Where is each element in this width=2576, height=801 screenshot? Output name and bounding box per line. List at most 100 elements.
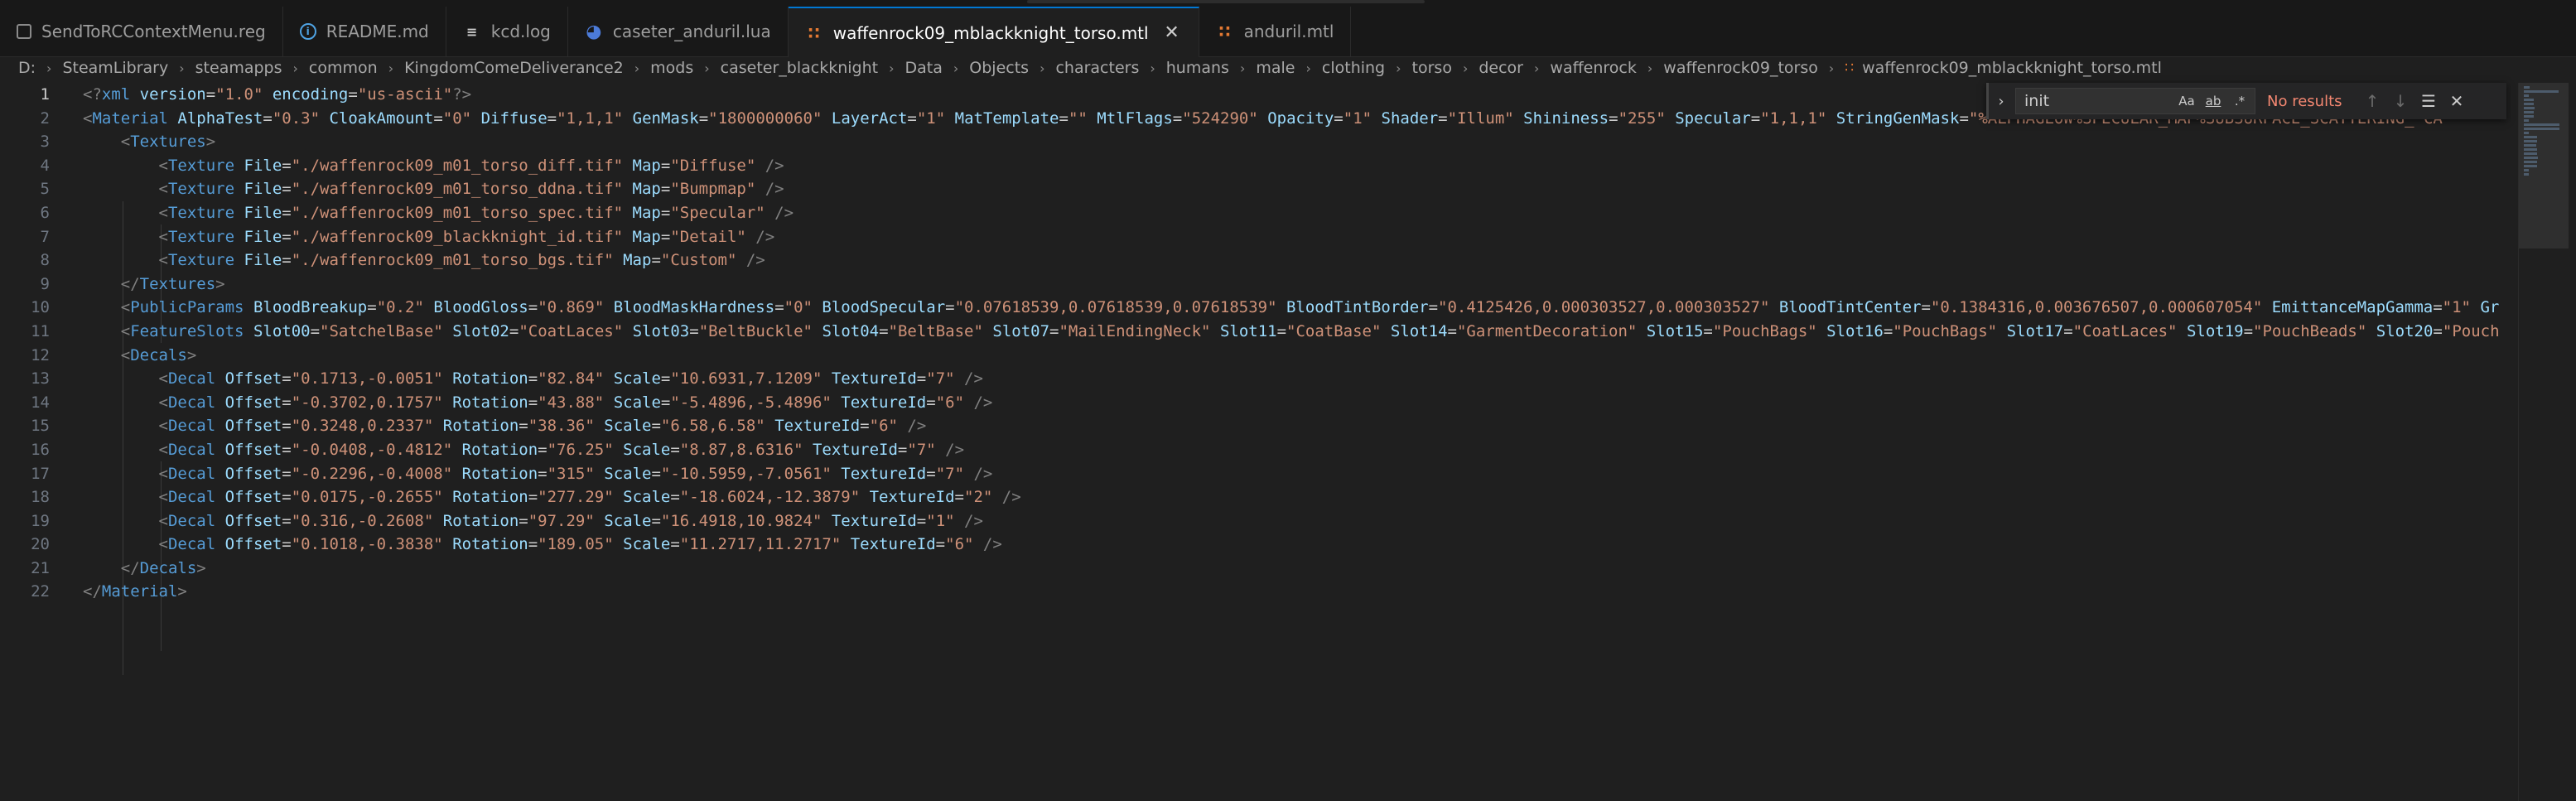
- code-line[interactable]: <Decal Offset="0.3248,0.2337" Rotation="…: [83, 414, 2518, 438]
- tab-label: SendToRCContextMenu.reg: [41, 22, 266, 41]
- breadcrumb-separator-icon: ›: [1462, 60, 1469, 76]
- close-find-icon[interactable]: ✕: [2443, 91, 2471, 111]
- line-number: 7: [40, 227, 50, 246]
- breadcrumb-item[interactable]: waffenrock: [1550, 59, 1636, 77]
- breadcrumb-item[interactable]: Data: [905, 59, 943, 77]
- minimap-line: [2524, 161, 2537, 163]
- code-line[interactable]: <Decal Offset="0.0175,-0.2655" Rotation=…: [83, 485, 2518, 509]
- match-whole-word-icon[interactable]: ab: [2203, 94, 2223, 109]
- code-line[interactable]: <Decals>: [83, 344, 2518, 368]
- code-line[interactable]: <Decal Offset="0.316,-0.2608" Rotation="…: [83, 509, 2518, 533]
- minimap-line: [2524, 123, 2559, 126]
- line-number: 10: [31, 298, 50, 317]
- tab-0[interactable]: SendToRCContextMenu.reg: [0, 7, 283, 56]
- code-line[interactable]: <PublicParams BloodBreakup="0.2" BloodGl…: [83, 296, 2518, 320]
- breadcrumb-item[interactable]: Objects: [969, 59, 1029, 77]
- breadcrumb-separator-icon: ›: [889, 60, 895, 76]
- previous-match-icon[interactable]: ↑: [2358, 91, 2386, 111]
- breadcrumb-item[interactable]: characters: [1055, 59, 1139, 77]
- line-number: 21: [31, 558, 50, 577]
- toggle-replace-icon[interactable]: ›: [1990, 93, 2012, 110]
- match-case-icon[interactable]: Aa: [2177, 94, 2197, 109]
- tab-2[interactable]: ≡ kcd.log: [446, 7, 568, 56]
- breadcrumb-separator-icon: ›: [1150, 60, 1155, 76]
- minimap-line: [2524, 140, 2537, 142]
- minimap-line: [2524, 136, 2537, 138]
- tab-label: anduril.mtl: [1243, 22, 1334, 41]
- registry-file-icon: [17, 24, 31, 39]
- code-editor[interactable]: 1 2 3 4 5 6 7 8 9 10 11 12 13 14 15 16 17 18 19 20 21 22 <?xm…: [0, 83, 2518, 801]
- breadcrumb-item[interactable]: mods: [650, 59, 693, 77]
- code-line[interactable]: </Material>: [83, 580, 2518, 604]
- breadcrumb-separator-icon: ›: [1828, 60, 1835, 76]
- minimap-line: [2524, 94, 2529, 97]
- breadcrumb-separator-icon: ›: [388, 60, 394, 76]
- line-number: 22: [31, 582, 50, 601]
- tab-4[interactable]: ∷ waffenrock09_mblackknight_torso.mtl ✕: [788, 7, 1199, 57]
- line-number: 5: [40, 180, 50, 199]
- minimap-line: [2524, 173, 2529, 176]
- breadcrumb-item[interactable]: waffenrock09_mblackknight_torso.mtl: [1862, 59, 2162, 77]
- breadcrumb-item[interactable]: humans: [1166, 59, 1229, 77]
- breadcrumb-item[interactable]: common: [309, 59, 378, 77]
- code-line[interactable]: </Decals>: [83, 557, 2518, 581]
- line-number: 1: [40, 85, 50, 104]
- minimap-line: [2524, 99, 2535, 101]
- minimap-line: [2524, 86, 2530, 89]
- log-file-icon: ≡: [466, 23, 478, 40]
- minimap[interactable]: [2518, 83, 2576, 801]
- next-match-icon[interactable]: ↓: [2386, 91, 2414, 111]
- breadcrumb-item[interactable]: KingdomComeDeliverance2: [404, 59, 624, 77]
- line-number: 17: [31, 464, 50, 483]
- tab-label: kcd.log: [490, 22, 551, 41]
- tab-label: waffenrock09_mblackknight_torso.mtl: [832, 22, 1149, 43]
- code-line[interactable]: </Textures>: [83, 273, 2518, 297]
- breadcrumb-separator-icon: ›: [953, 60, 959, 76]
- code-line[interactable]: <Texture File="./waffenrock09_m01_torso_…: [83, 249, 2518, 273]
- minimap-line: [2524, 165, 2538, 167]
- rss-file-icon: ∷: [808, 22, 820, 43]
- line-number: 6: [40, 203, 50, 222]
- breadcrumb-item[interactable]: clothing: [1322, 59, 1385, 77]
- line-number: 19: [31, 511, 50, 530]
- minimap-line: [2524, 119, 2529, 122]
- breadcrumb-item[interactable]: male: [1256, 59, 1295, 77]
- tab-3[interactable]: ◕ caseter_anduril.lua: [568, 7, 789, 56]
- line-number: 15: [31, 417, 50, 436]
- code-line[interactable]: <Decal Offset="-0.0408,-0.4812" Rotation…: [83, 438, 2518, 462]
- breadcrumb-item[interactable]: steamapps: [195, 59, 282, 77]
- line-number: 13: [31, 369, 50, 388]
- minimap-line: [2524, 144, 2536, 147]
- breadcrumb-item[interactable]: D:: [18, 59, 36, 77]
- code-line[interactable]: <Texture File="./waffenrock09_m01_torso_…: [83, 177, 2518, 201]
- code-line[interactable]: <Decal Offset="0.1018,-0.3838" Rotation=…: [83, 533, 2518, 557]
- find-input[interactable]: init Aa ab .*: [2015, 88, 2255, 114]
- breadcrumb-item[interactable]: SteamLibrary: [62, 59, 168, 77]
- breadcrumb-separator-icon: ›: [179, 60, 185, 76]
- code-line[interactable]: <Decal Offset="0.1713,-0.0051" Rotation=…: [83, 367, 2518, 391]
- command-center[interactable]: [1027, 0, 1425, 3]
- code-line[interactable]: <Texture File="./waffenrock09_m01_torso_…: [83, 154, 2518, 178]
- code-line[interactable]: <Textures>: [83, 130, 2518, 154]
- tab-5[interactable]: ∷ anduril.mtl: [1199, 7, 1352, 56]
- breadcrumb-item[interactable]: caseter_blackknight: [721, 59, 878, 77]
- tab-1[interactable]: i README.md: [283, 7, 446, 56]
- breadcrumb-item[interactable]: waffenrock09_torso: [1663, 59, 1818, 77]
- code-lines[interactable]: <?xml version="1.0" encoding="us-ascii"?…: [83, 83, 2518, 604]
- code-line[interactable]: <Texture File="./waffenrock09_blackknigh…: [83, 225, 2518, 249]
- close-tab-icon[interactable]: ✕: [1162, 22, 1182, 43]
- code-line[interactable]: <Decal Offset="-0.2296,-0.4008" Rotation…: [83, 462, 2518, 486]
- code-line[interactable]: <Decal Offset="-0.3702,0.1757" Rotation=…: [83, 391, 2518, 415]
- breadcrumb-item[interactable]: decor: [1479, 59, 1523, 77]
- info-icon: i: [299, 23, 316, 40]
- code-line[interactable]: <Texture File="./waffenrock09_m01_torso_…: [83, 201, 2518, 225]
- breadcrumb-separator-icon: ›: [292, 60, 298, 76]
- line-number: 3: [40, 133, 50, 152]
- find-query: init: [2024, 92, 2050, 110]
- line-number-gutter: 1 2 3 4 5 6 7 8 9 10 11 12 13 14 15 16 17 18 19 20 21 22: [0, 83, 75, 604]
- minimap-line: [2524, 132, 2529, 134]
- breadcrumb-item[interactable]: torso: [1412, 59, 1452, 77]
- use-regex-icon[interactable]: .*: [2230, 94, 2250, 109]
- find-in-selection-icon[interactable]: ☰: [2414, 91, 2443, 111]
- code-line[interactable]: <FeatureSlots Slot00="SatchelBase" Slot0…: [83, 320, 2518, 344]
